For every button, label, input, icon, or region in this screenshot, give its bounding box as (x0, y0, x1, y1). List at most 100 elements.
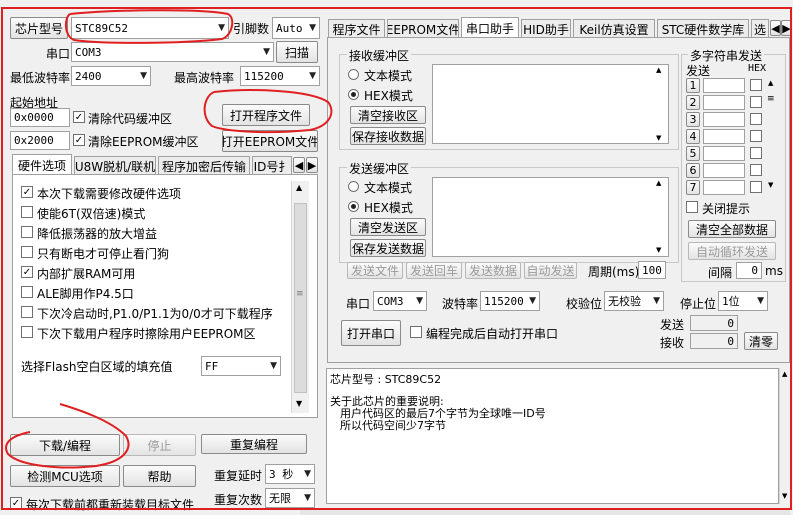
scroll-down-icon[interactable]: ▼ (656, 134, 661, 142)
tab-u8w[interactable]: U8W脱机/联机 (74, 156, 156, 175)
save-send-button[interactable]: 保存发送数据 (350, 239, 426, 257)
multi-send-field[interactable] (703, 78, 745, 93)
tab-more[interactable]: 选 (751, 19, 769, 38)
multi-send-field[interactable] (703, 95, 745, 110)
help-button[interactable]: 帮助 (123, 465, 196, 487)
scroll-up-icon[interactable]: ▲ (768, 79, 773, 87)
recv-text-mode-radio[interactable] (348, 69, 359, 80)
fill-select[interactable]: FF ▼ (201, 356, 281, 376)
scroll-up-icon[interactable]: ▲ (656, 66, 661, 74)
send-file-button[interactable]: 发送文件 (347, 262, 403, 279)
clear-all-button[interactable]: 清空全部数据 (688, 220, 776, 238)
tab-encrypt[interactable]: 程序加密后传输 (158, 156, 250, 175)
multi-hex-checkbox[interactable] (750, 181, 762, 193)
tab-eeprom-file[interactable]: EEPROM文件 (387, 19, 459, 38)
tab-scroll-left[interactable]: ◀ (293, 157, 305, 173)
tab-program-file[interactable]: 程序文件 (328, 19, 385, 38)
option-row[interactable]: ✓ 内部扩展RAM可用 (21, 263, 291, 283)
auto-open-checkbox[interactable] (410, 326, 422, 338)
scroll-down-icon[interactable]: ▼ (296, 399, 302, 408)
close-hint-checkbox[interactable] (686, 201, 698, 213)
scan-button[interactable]: 扫描 (276, 41, 318, 63)
multi-hex-checkbox[interactable] (750, 130, 762, 142)
option-checkbox[interactable] (21, 206, 33, 218)
tab-scroll-right[interactable]: ▶ (306, 157, 318, 173)
options-scrollbar[interactable]: ▲ ≡ ▼ (291, 181, 309, 413)
code-addr-field[interactable]: 0x0000 (10, 108, 70, 127)
stop-button[interactable]: 停止 (123, 434, 196, 456)
tab-hid[interactable]: HID助手 (521, 19, 571, 38)
option-checkbox[interactable] (21, 286, 33, 298)
option-row[interactable]: ALE脚用作P4.5口 (21, 283, 291, 303)
multi-send-button[interactable]: 4 (686, 129, 700, 144)
multi-hex-checkbox[interactable] (750, 79, 762, 91)
tab-math-lib[interactable]: STC硬件数学库 (657, 19, 749, 38)
tab-hardware-options[interactable]: 硬件选项 (12, 154, 72, 175)
tab-keil[interactable]: Keil仿真设置 (573, 19, 655, 38)
multi-hex-checkbox[interactable] (750, 164, 762, 176)
option-row[interactable]: 下次冷启动时,P1.0/P1.1为0/0才可下载程序 (21, 303, 291, 323)
clear-counts-button[interactable]: 清零 (744, 332, 778, 350)
option-row[interactable]: 只有断电才可停止看门狗 (21, 243, 291, 263)
multi-send-button[interactable]: 1 (686, 78, 700, 93)
tab-scroll-left[interactable]: ◀ (770, 20, 781, 36)
mcu-type-select[interactable]: STC89C52 ▼ (71, 17, 229, 39)
option-checkbox[interactable] (21, 326, 33, 338)
option-row[interactable]: 降低振荡器的放大增益 (21, 223, 291, 243)
multi-send-button[interactable]: 6 (686, 163, 700, 178)
interval-field[interactable]: 0 (736, 262, 762, 279)
multi-send-button[interactable]: 5 (686, 146, 700, 161)
auto-loop-button[interactable]: 自动循环发送 (688, 242, 776, 260)
repeat-delay-select[interactable]: 3 秒 ▼ (265, 464, 315, 484)
multi-send-field[interactable] (703, 112, 745, 127)
eeprom-addr-field[interactable]: 0x2000 (10, 131, 70, 150)
repeat-count-select[interactable]: 无限 ▼ (265, 488, 315, 508)
pins-select[interactable]: Auto ▼ (272, 17, 320, 39)
recv-textarea[interactable] (432, 64, 669, 144)
scroll-up-icon[interactable]: ▲ (296, 183, 302, 192)
send-enter-button[interactable]: 发送回车 (406, 262, 462, 279)
clear-eeprom-checkbox[interactable]: ✓ (73, 134, 85, 146)
auto-send-button[interactable]: 自动发送 (524, 262, 577, 279)
send-data-button[interactable]: 发送数据 (465, 262, 521, 279)
open-eeprom-button[interactable]: 打开EEPROM文件 (222, 130, 318, 152)
max-baud-select[interactable]: 115200 ▼ (240, 66, 320, 86)
clear-code-checkbox[interactable]: ✓ (73, 111, 85, 123)
reprogram-button[interactable]: 重复编程 (201, 434, 307, 454)
recv-hex-mode-radio[interactable] (348, 89, 359, 100)
option-checkbox[interactable] (21, 246, 33, 258)
scroll-up-icon[interactable]: ▲ (782, 370, 787, 378)
serial-baud-select[interactable]: 115200 ▼ (480, 291, 540, 311)
option-checkbox[interactable] (21, 226, 33, 238)
parity-select[interactable]: 无校验 ▼ (604, 291, 664, 311)
log-scrollbar[interactable]: ▲ ▼ (779, 368, 791, 504)
option-row[interactable]: ✓ 本次下载需要修改硬件选项 (21, 183, 291, 203)
multi-hex-checkbox[interactable] (750, 147, 762, 159)
scroll-down-icon[interactable]: ▼ (656, 246, 661, 254)
multi-send-field[interactable] (703, 163, 745, 178)
open-program-button[interactable]: 打开程序文件 (222, 104, 310, 126)
option-row[interactable]: 使能6T(双倍速)模式 (21, 203, 291, 223)
open-port-button[interactable]: 打开串口 (341, 320, 401, 346)
multi-hex-checkbox[interactable] (750, 96, 762, 108)
scroll-down-icon[interactable]: ▼ (768, 181, 773, 189)
mcu-type-button[interactable]: 芯片型号 (10, 17, 68, 39)
scroll-down-icon[interactable]: ▼ (782, 492, 787, 500)
option-checkbox[interactable] (21, 306, 33, 318)
option-checkbox[interactable]: ✓ (21, 266, 33, 278)
multi-send-field[interactable] (703, 129, 745, 144)
min-baud-select[interactable]: 2400 ▼ (71, 66, 151, 86)
clear-send-button[interactable]: 清空发送区 (350, 218, 426, 236)
multi-send-button[interactable]: 7 (686, 180, 700, 195)
send-text-mode-radio[interactable] (348, 181, 359, 192)
scroll-up-icon[interactable]: ▲ (656, 179, 661, 187)
period-field[interactable]: 100 (638, 261, 666, 279)
multi-send-button[interactable]: 3 (686, 112, 700, 127)
download-button[interactable]: 下载/编程 (10, 434, 120, 456)
multi-scroll[interactable]: ▲ ≡ ▼ (766, 79, 778, 191)
clear-recv-button[interactable]: 清空接收区 (350, 106, 426, 124)
send-hex-mode-radio[interactable] (348, 201, 359, 212)
stopbit-select[interactable]: 1位 ▼ (718, 291, 768, 311)
multi-hex-checkbox[interactable] (750, 113, 762, 125)
serial-port-select[interactable]: COM3 ▼ (373, 291, 427, 311)
